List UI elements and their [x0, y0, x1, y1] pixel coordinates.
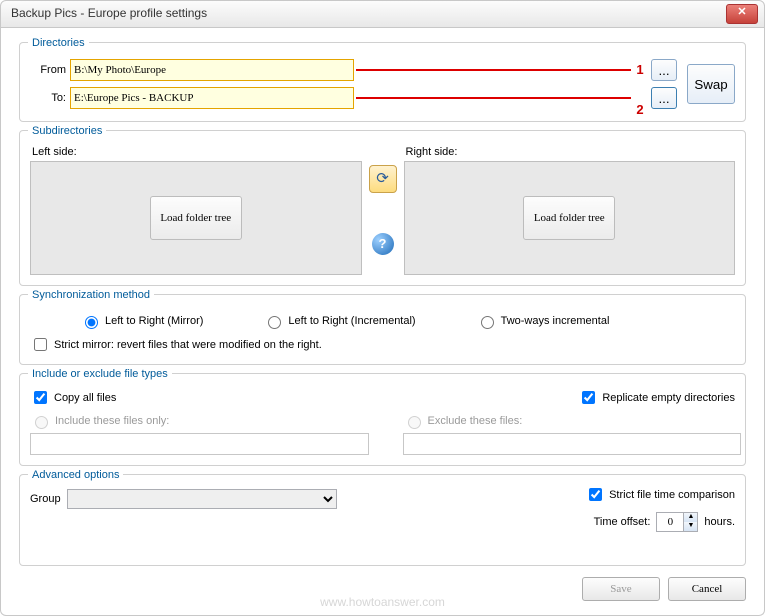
sync-mirror-radio[interactable]: Left to Right (Mirror) [80, 313, 203, 329]
spin-up-icon[interactable]: ▲ [683, 513, 697, 522]
time-offset-spinner[interactable]: ▲▼ [656, 512, 698, 532]
titlebar: Backup Pics - Europe profile settings ✕ [0, 0, 765, 28]
time-offset-input[interactable] [657, 513, 683, 531]
from-label: From [30, 63, 66, 77]
time-offset-label: Time offset: [594, 515, 651, 529]
help-icon[interactable]: ? [372, 233, 394, 255]
include-only-input [30, 433, 369, 455]
save-button: Save [582, 577, 660, 601]
sync-method-legend: Synchronization method [28, 288, 154, 302]
marker-line-2 [356, 97, 632, 99]
sync-incremental-radio[interactable]: Left to Right (Incremental) [263, 313, 415, 329]
to-input[interactable] [70, 87, 354, 109]
exclude-files-input [403, 433, 742, 455]
include-exclude-group: Include or exclude file types Copy all f… [19, 373, 746, 466]
subdirectories-legend: Subdirectories [28, 124, 106, 138]
cancel-button[interactable]: Cancel [668, 577, 746, 601]
group-select[interactable] [67, 489, 337, 509]
include-exclude-legend: Include or exclude file types [28, 367, 172, 381]
left-side-label: Left side: [32, 145, 362, 159]
hours-label: hours. [704, 515, 735, 529]
browse-from-button[interactable]: ... [651, 59, 677, 81]
close-icon[interactable]: ✕ [726, 4, 758, 24]
directories-legend: Directories [28, 36, 89, 50]
dialog-content: Directories From 1 ... To: 2 [0, 28, 765, 616]
replicate-empty-checkbox[interactable]: Replicate empty directories [578, 388, 735, 407]
to-label: To: [30, 91, 66, 105]
load-right-tree-button[interactable]: Load folder tree [523, 196, 615, 240]
right-side-label: Right side: [406, 145, 736, 159]
spin-down-icon[interactable]: ▼ [683, 522, 697, 531]
marker-line-1 [356, 69, 632, 71]
dialog-window: Backup Pics - Europe profile settings ✕ … [0, 0, 765, 615]
marker-1: 1 [633, 62, 647, 79]
advanced-legend: Advanced options [28, 468, 123, 482]
directories-group: Directories From 1 ... To: 2 [19, 42, 746, 122]
from-input[interactable] [70, 59, 354, 81]
strict-mirror-checkbox[interactable]: Strict mirror: revert files that were mo… [30, 335, 735, 354]
advanced-group: Advanced options Group Strict file time … [19, 474, 746, 566]
refresh-icon[interactable]: ⟳ [369, 165, 397, 193]
right-panel: Load folder tree [404, 161, 736, 275]
sync-method-group: Synchronization method Left to Right (Mi… [19, 294, 746, 365]
marker-2: 2 [633, 102, 647, 119]
footer-buttons: Save Cancel [582, 577, 746, 601]
sync-twoways-radio[interactable]: Two-ways incremental [476, 313, 610, 329]
window-title: Backup Pics - Europe profile settings [11, 6, 726, 22]
browse-to-button[interactable]: ... [651, 87, 677, 109]
exclude-files-radio: Exclude these files: [403, 413, 736, 429]
left-panel: Load folder tree [30, 161, 362, 275]
subdirectories-group: Subdirectories Left side: Load folder tr… [19, 130, 746, 286]
swap-button[interactable]: Swap [687, 64, 735, 104]
strict-time-checkbox[interactable]: Strict file time comparison [585, 485, 735, 504]
copy-all-checkbox[interactable]: Copy all files [30, 388, 116, 407]
include-only-radio: Include these files only: [30, 413, 363, 429]
load-left-tree-button[interactable]: Load folder tree [150, 196, 242, 240]
group-label: Group [30, 492, 61, 506]
